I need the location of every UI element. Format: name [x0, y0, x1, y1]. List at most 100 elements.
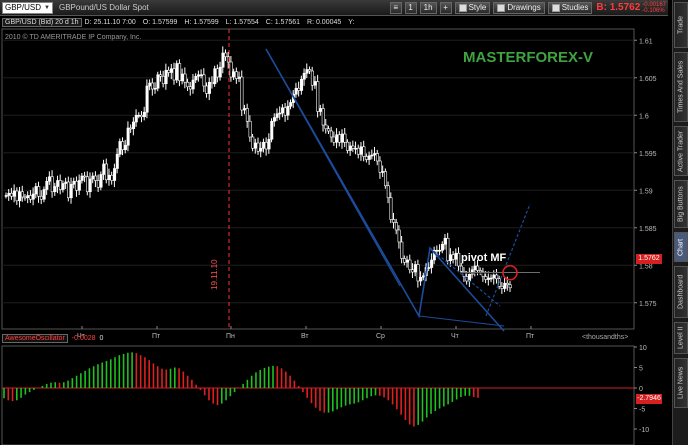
candle-body [91, 175, 95, 180]
side-tab-dashboard[interactable]: Dashboard [674, 266, 688, 318]
y-tick-label: 1.61 [639, 38, 653, 45]
candle-body [267, 138, 271, 150]
candle-body [278, 112, 282, 115]
pivot-label: pivot MF [461, 252, 507, 264]
candle-body [408, 259, 412, 271]
candle-body [451, 254, 455, 260]
oscillator-pane [1, 345, 635, 445]
candle-body [443, 237, 447, 245]
chart-canvas[interactable]: 1.61 1.605 1.6 1.595 1.59 1.585 1.58 1.575 Чт Пт П… [0, 16, 672, 445]
candle-body [289, 102, 293, 107]
symbol-selector[interactable]: GBP/USD ▼ [2, 1, 53, 14]
candle-body [389, 197, 393, 220]
osc-y-tick-label: -10 [639, 427, 649, 434]
candle-body [392, 219, 396, 223]
candle-body [302, 72, 306, 80]
top-toolbar: GBP/USD ▼ GBPound/US Dollar Spot ≡ 1 1h +… [0, 0, 668, 16]
candle-body [10, 192, 14, 197]
style-icon [458, 3, 467, 12]
side-tab-big-buttons[interactable]: Big Buttons [674, 180, 688, 228]
candle-body [115, 153, 119, 169]
candle-body [26, 195, 30, 199]
candle-body [132, 121, 136, 130]
oscillator-header: AwesomeOscillator -0.0028 0 [2, 333, 103, 344]
candle-body [310, 70, 314, 86]
candle-body [113, 168, 117, 181]
candle-body [118, 141, 122, 155]
candle-body [237, 76, 241, 79]
candle-body [243, 108, 247, 111]
candle-body [313, 81, 317, 86]
candle-body [286, 105, 290, 116]
candle-body [213, 68, 217, 85]
candle-body [327, 128, 331, 132]
drawings-button-label: Drawings [507, 3, 541, 12]
crosshair-button[interactable]: + [439, 1, 452, 14]
style-button-label: Style [468, 3, 487, 12]
candle-body [164, 69, 168, 85]
y-tick-label: 1.585 [639, 226, 657, 233]
candle-body [508, 284, 512, 289]
side-tab-trade[interactable]: Trade [674, 2, 688, 48]
chart-settings-button[interactable]: ≡ [389, 1, 402, 14]
candle-body [370, 154, 374, 157]
candle-body [394, 222, 398, 231]
candle-body [45, 180, 49, 190]
candle-body [332, 136, 336, 143]
oscillator-name[interactable]: AwesomeOscillator [2, 334, 68, 343]
candle-body [275, 113, 279, 118]
chart-open: O: 1.57599 [142, 19, 178, 26]
candle-body [297, 87, 301, 91]
studies-button-label: Studies [561, 3, 589, 12]
style-button[interactable]: Style [454, 1, 491, 14]
side-tab-chart[interactable]: Chart [674, 232, 688, 262]
candle-body [191, 79, 195, 90]
side-tab-active-trader[interactable]: Active Trader [674, 126, 688, 176]
candle-body [169, 68, 173, 73]
candle-body [438, 249, 442, 252]
candle-body [159, 74, 163, 77]
candle-body [121, 141, 125, 151]
candle-body [500, 285, 504, 289]
oscillator-units: <thousandths> [582, 334, 629, 341]
candle-body [386, 185, 390, 199]
candle-body [427, 267, 431, 269]
oscillator-value-2: 0 [99, 335, 104, 342]
candle-body [53, 186, 57, 193]
candle-body [492, 274, 496, 279]
y-tick-label: 1.58 [639, 263, 653, 270]
candle-body [37, 186, 41, 197]
price-tag: 1.5762 [636, 254, 662, 264]
candle-body [123, 144, 127, 151]
candle-body [31, 193, 35, 200]
candle-body [440, 243, 444, 251]
chart-close: C: 1.57561 [265, 19, 301, 26]
candle-body [416, 264, 420, 282]
link-button[interactable]: 1 [404, 1, 417, 14]
candle-body [104, 163, 108, 181]
drawings-button[interactable]: Drawings [493, 1, 545, 14]
candle-body [264, 141, 268, 150]
side-tab-level-ii[interactable]: Level II [674, 322, 688, 354]
studies-button[interactable]: Studies [547, 1, 593, 14]
side-tab-times-and-sales[interactable]: Times And Sales [674, 52, 688, 122]
candle-body [56, 180, 60, 187]
chart-symbol-label[interactable]: GBP/USD (Bid) 20 d 1h [2, 18, 82, 27]
candle-body [430, 259, 434, 268]
candle-body [85, 176, 89, 193]
candle-body [197, 74, 201, 77]
candle-body [251, 136, 255, 149]
candle-body [351, 145, 355, 149]
candle-body [172, 68, 176, 81]
candle-body [400, 241, 404, 259]
candle-body [235, 71, 239, 79]
chart-info-bar: GBP/USD (Bid) 20 d 1h D: 25.11.10 7:00 O… [2, 17, 362, 28]
candle-body [373, 153, 377, 156]
candle-body [99, 174, 103, 188]
candle-body [218, 66, 222, 78]
side-tab-live-news[interactable]: Live News [674, 358, 688, 408]
candle-body [175, 63, 179, 81]
candle-body [411, 269, 415, 273]
period-button[interactable]: 1h [419, 1, 437, 14]
candle-body [88, 178, 92, 193]
